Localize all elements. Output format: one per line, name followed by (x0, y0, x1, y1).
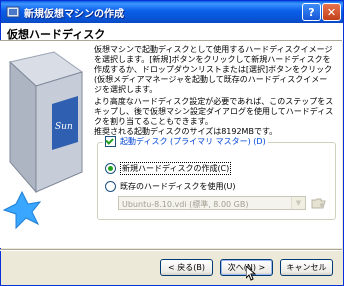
create-new-disk-radio[interactable]: 新規ハードディスクの作成(C) (105, 162, 232, 175)
virtualbox-cube-art-icon: Sun (2, 51, 84, 230)
cancel-button[interactable]: キャンセル (280, 259, 333, 276)
title-bar[interactable]: 新規仮想マシンの作成 ? ✕ (1, 1, 343, 23)
use-existing-disk-label: 既存のハードディスクを使用(U) (120, 182, 236, 191)
description-paragraph-1: 仮想マシンで起動ディスクとして使用するハードディスクイメージを選択します。[新規… (94, 45, 333, 94)
boot-disk-checkbox[interactable]: 起動ディスク (プライマリ マスター) (D) (103, 136, 268, 147)
existing-disk-select[interactable]: Ubuntu-8.10.vdi (標準, 8.00 GB) ▼ (118, 196, 306, 210)
close-button[interactable]: ✕ (322, 3, 341, 21)
virtualbox-icon (6, 6, 20, 18)
use-existing-disk-radio[interactable]: 既存のハードディスクを使用(U) (105, 181, 236, 192)
boot-disk-label: 起動ディスク (プライマリ マスター) (D) (120, 137, 266, 146)
mouse-pointer-icon (246, 266, 256, 281)
chevron-down-icon[interactable]: ▼ (291, 197, 305, 209)
description-paragraph-2: より高度なハードディスク設定が必要であれば、このステップをスキップし、後で仮想マ… (94, 97, 334, 126)
radio-selected-icon[interactable] (105, 163, 116, 174)
wizard-header: 仮想ハードディスク (1, 23, 343, 41)
back-button[interactable]: < 戻る(B) (160, 259, 213, 276)
footer-divider-highlight (0, 250, 342, 251)
folder-open-icon[interactable] (311, 196, 326, 210)
checkbox-checked-icon[interactable] (105, 136, 116, 147)
existing-disk-value: Ubuntu-8.10.vdi (標準, 8.00 GB) (122, 200, 249, 209)
create-new-disk-label: 新規ハードディスクの作成(C) (120, 162, 232, 175)
svg-text:Sun: Sun (55, 122, 73, 132)
window-title: 新規仮想マシンの作成 (24, 9, 124, 20)
help-button[interactable]: ? (302, 3, 321, 21)
radio-unselected-icon[interactable] (105, 181, 116, 192)
